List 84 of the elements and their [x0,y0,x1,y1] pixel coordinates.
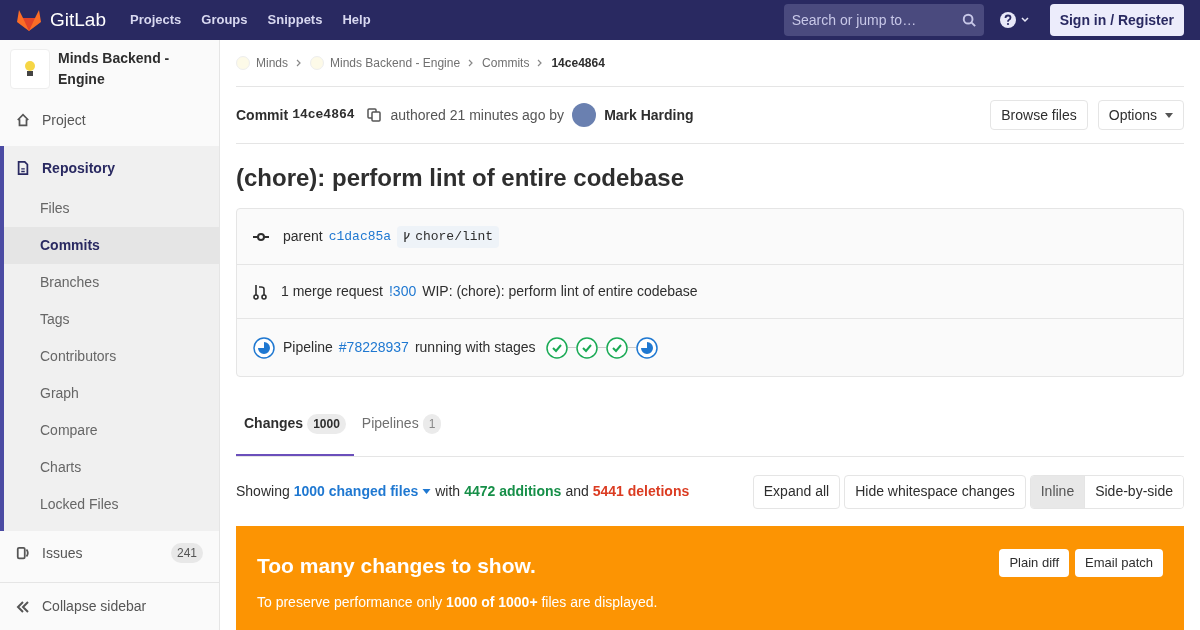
breadcrumb-link[interactable]: 14ce4864 [551,54,605,72]
running-status-icon[interactable] [635,336,658,359]
count-badge: 1 [422,413,442,434]
lightbulb-icon [24,60,36,78]
merge-request-title: WIP: (chore): perform lint of entire codebase [422,282,698,301]
caret-icon [422,489,432,494]
diff-option-button[interactable]: Expand all [752,474,841,509]
breadcrumb-link[interactable]: Commits [482,54,530,72]
sidebar-subitem[interactable]: Contributors [4,338,219,375]
header-button[interactable]: Options [1097,100,1184,130]
deletions-count: 5441 deletions [592,482,690,501]
tab[interactable]: Pipelines 1 [353,393,450,456]
fox-logo-icon[interactable] [16,8,42,32]
parent-label: parent [283,227,323,246]
commit-icon [253,232,269,241]
chevron-right-icon [468,59,475,67]
issues-icon [16,546,30,560]
sign-in-button[interactable]: Sign in / Register [1049,4,1184,36]
branch-tag[interactable]: chore/lint [397,225,500,248]
sidebar-subitem[interactable]: Branches [4,264,219,301]
pipeline-link[interactable]: #78228937 [338,337,409,358]
header-button[interactable]: Browse files [990,100,1088,130]
additions-count: 4472 additions [464,482,562,501]
authored-text: authored 21 minutes ago by [390,105,565,125]
sidebar-subitem[interactable]: Commits [4,227,219,264]
view-mode-button[interactable]: Inline [1030,475,1085,508]
copy-icon[interactable] [366,108,381,122]
sidebar-subitem[interactable]: Compare [4,412,219,449]
parent-sha-link[interactable]: c1dac85a [328,226,392,247]
success-status-icon[interactable] [575,336,598,359]
success-status-icon[interactable] [545,336,568,359]
sidebar-item[interactable]: Issues 241 [0,531,219,575]
with-text: with [435,482,461,501]
sidebar-subitem[interactable]: Locked Files [4,486,219,523]
search-icon [961,13,976,27]
sidebar-item[interactable]: Project [0,98,219,142]
commit-sha: 14ce4864 [292,106,355,125]
help-icon [999,12,1016,28]
nav-link[interactable]: Groups [201,10,248,30]
alert-button[interactable]: Email patch [1075,549,1163,577]
chevron-right-icon [296,59,302,67]
count-badge: 241 [170,543,203,563]
chevron-right-icon [537,59,544,67]
collapse-sidebar-button[interactable]: Collapse sidebar [0,582,219,630]
sidebar-subitem[interactable]: Charts [4,449,219,486]
project-name[interactable]: Minds Backend - Engine [58,48,209,90]
document-icon [16,161,30,175]
sidebar-item[interactable]: Repository [4,146,219,190]
pipeline-status-text: running with stages [414,338,536,357]
pipeline-label: Pipeline [283,338,333,357]
chevron-down-icon [1019,15,1030,25]
commit-label: Commit [236,105,289,125]
help-button[interactable] [999,12,1030,28]
commit-title: (chore): perform lint of entire codebase [236,163,686,193]
sidebar-subitem[interactable]: Tags [4,301,219,338]
alert-button[interactable]: Plain diff [999,549,1070,577]
showing-text: Showing [236,482,290,501]
merge-request-link[interactable]: !300 [388,281,417,302]
tab[interactable]: Changes 1000 [236,393,354,456]
merge-request-icon [253,283,267,300]
brand-name[interactable]: GitLab [50,5,106,35]
double-chevron-left-icon [16,599,30,614]
author-avatar[interactable] [572,103,597,127]
search-field[interactable]: Search or jump to… [783,4,984,36]
changed-files-dropdown[interactable]: 1000 changed files [293,481,432,502]
author-link[interactable]: Mark Harding [604,104,694,126]
diff-option-button[interactable]: Hide whitespace changes [844,474,1026,509]
nav-link[interactable]: Help [342,10,371,30]
alert-title: Too many changes to show. [257,553,537,579]
home-icon [16,113,30,127]
breadcrumb-link[interactable]: Minds Backend - Engine [330,54,461,72]
and-text: and [565,482,589,501]
alert-message: To preserve performance only 1000 of 1000+ files are displayed. [257,592,659,612]
success-status-icon[interactable] [605,336,628,359]
view-mode-button[interactable]: Side-by-side [1084,475,1183,508]
merge-request-count: 1 merge request [281,282,383,301]
sidebar-subitem[interactable]: Graph [4,375,219,412]
branch-icon [403,230,412,243]
nav-link[interactable]: Snippets [267,10,323,30]
nav-link[interactable]: Projects [130,10,182,30]
breadcrumb-link[interactable]: Minds [256,54,288,72]
count-badge: 1000 [307,413,346,434]
running-status-icon[interactable] [253,336,275,359]
sidebar-subitem[interactable]: Files [4,190,219,227]
